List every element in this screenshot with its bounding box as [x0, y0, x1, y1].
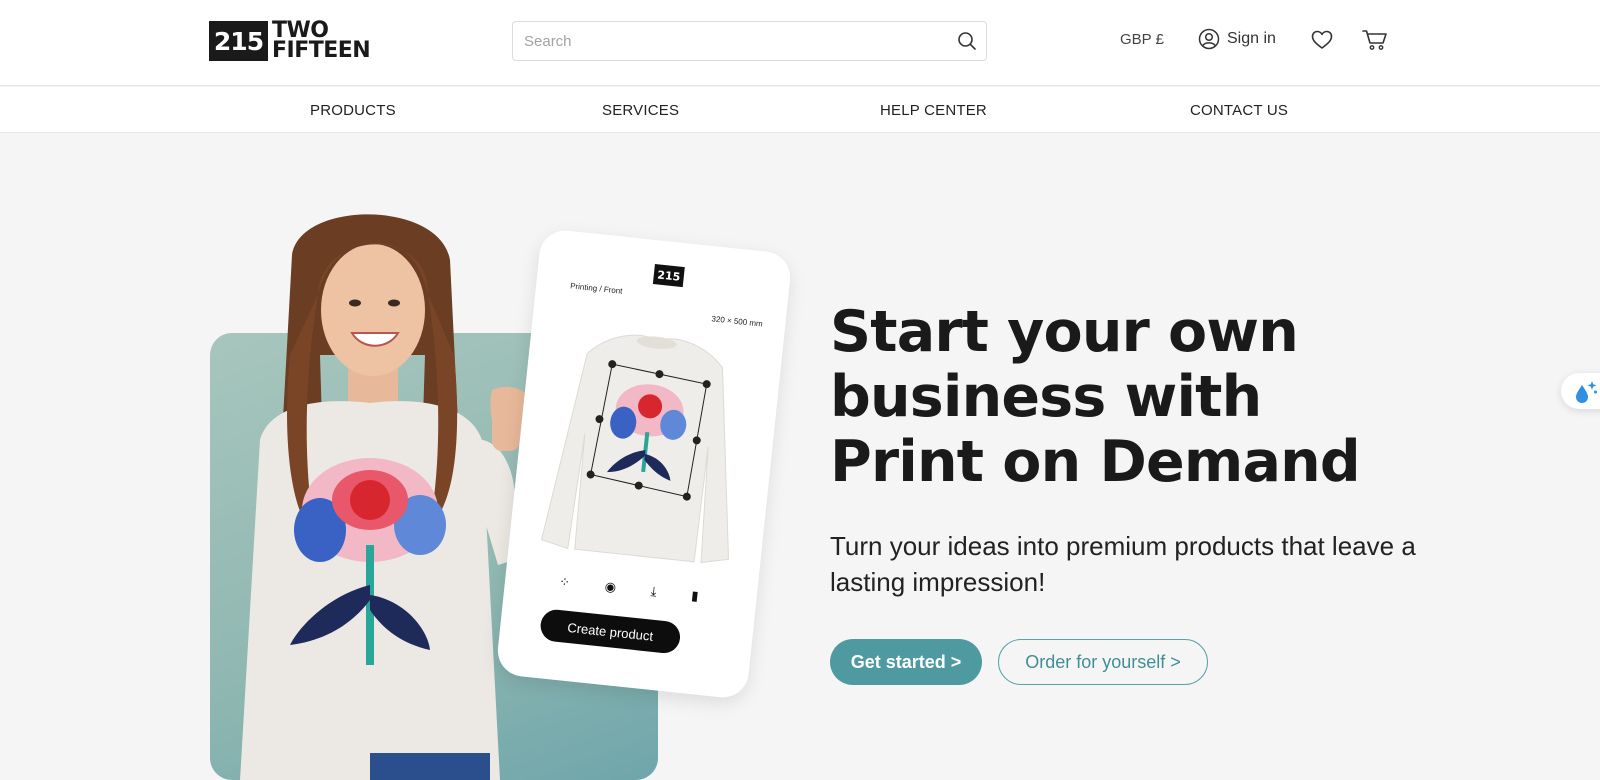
search-icon[interactable]: [956, 30, 978, 52]
nav-item-contact-us[interactable]: CONTACT US: [1190, 102, 1288, 119]
sign-in-label: Sign in: [1227, 30, 1276, 47]
nav-item-help-center[interactable]: HELP CENTER: [880, 102, 987, 119]
assistant-widget-button[interactable]: [1561, 373, 1600, 409]
sweatshirt-preview: [540, 334, 730, 564]
nav-item-products[interactable]: PRODUCTS: [310, 102, 396, 119]
wishlist-heart-icon[interactable]: [1311, 30, 1333, 55]
print-side-dropdown: Printing / Front: [569, 281, 623, 296]
order-for-yourself-button[interactable]: Order for yourself >: [998, 639, 1208, 685]
hero-headline-line-1: Start your own: [830, 299, 1299, 365]
layers-icon: ⁘: [558, 573, 571, 590]
logo-wordmark: TWO FIFTEEN: [272, 20, 371, 63]
hero-subheading: Turn your ideas into premium products th…: [830, 531, 1416, 597]
get-started-button[interactable]: Get started >: [830, 639, 982, 685]
hero-headline: Start your own business with Print on De…: [830, 300, 1470, 495]
sparkle-drop-icon: [1576, 381, 1597, 403]
product-designer-mockup: 215 Printing / Front 320 × 500 mm ⁘ ◉ ⤓ …: [495, 228, 793, 700]
currency-selector[interactable]: GBP £: [1120, 31, 1164, 48]
hero-headline-line-3: Print on Demand: [830, 429, 1361, 495]
hero-headline-line-2: business with: [830, 364, 1262, 430]
logo-line-2: FIFTEEN: [272, 38, 371, 63]
main-nav: PRODUCTS SERVICES HELP CENTER CONTACT US: [0, 87, 1600, 133]
preview-eye-icon: ◉: [604, 578, 617, 595]
download-icon: ⤓: [650, 583, 658, 599]
nav-item-services[interactable]: SERVICES: [602, 102, 679, 119]
sign-in-link[interactable]: Sign in: [1198, 28, 1276, 50]
site-header: 215 TWO FIFTEEN GBP £ Sign in: [0, 0, 1600, 86]
search-input[interactable]: [513, 22, 933, 60]
logo-mark: 215: [209, 21, 268, 61]
create-product-button: Create product: [539, 608, 682, 655]
mockup-toolbar: ⁘ ◉ ⤓ ▮: [558, 574, 699, 605]
brand-logo[interactable]: 215 TWO FIFTEEN: [209, 20, 371, 63]
search-box: [512, 21, 987, 61]
trash-icon: ▮: [690, 587, 700, 604]
user-icon: [1198, 28, 1220, 50]
cart-icon[interactable]: [1362, 29, 1388, 56]
mockup-logo: 215: [652, 264, 685, 288]
